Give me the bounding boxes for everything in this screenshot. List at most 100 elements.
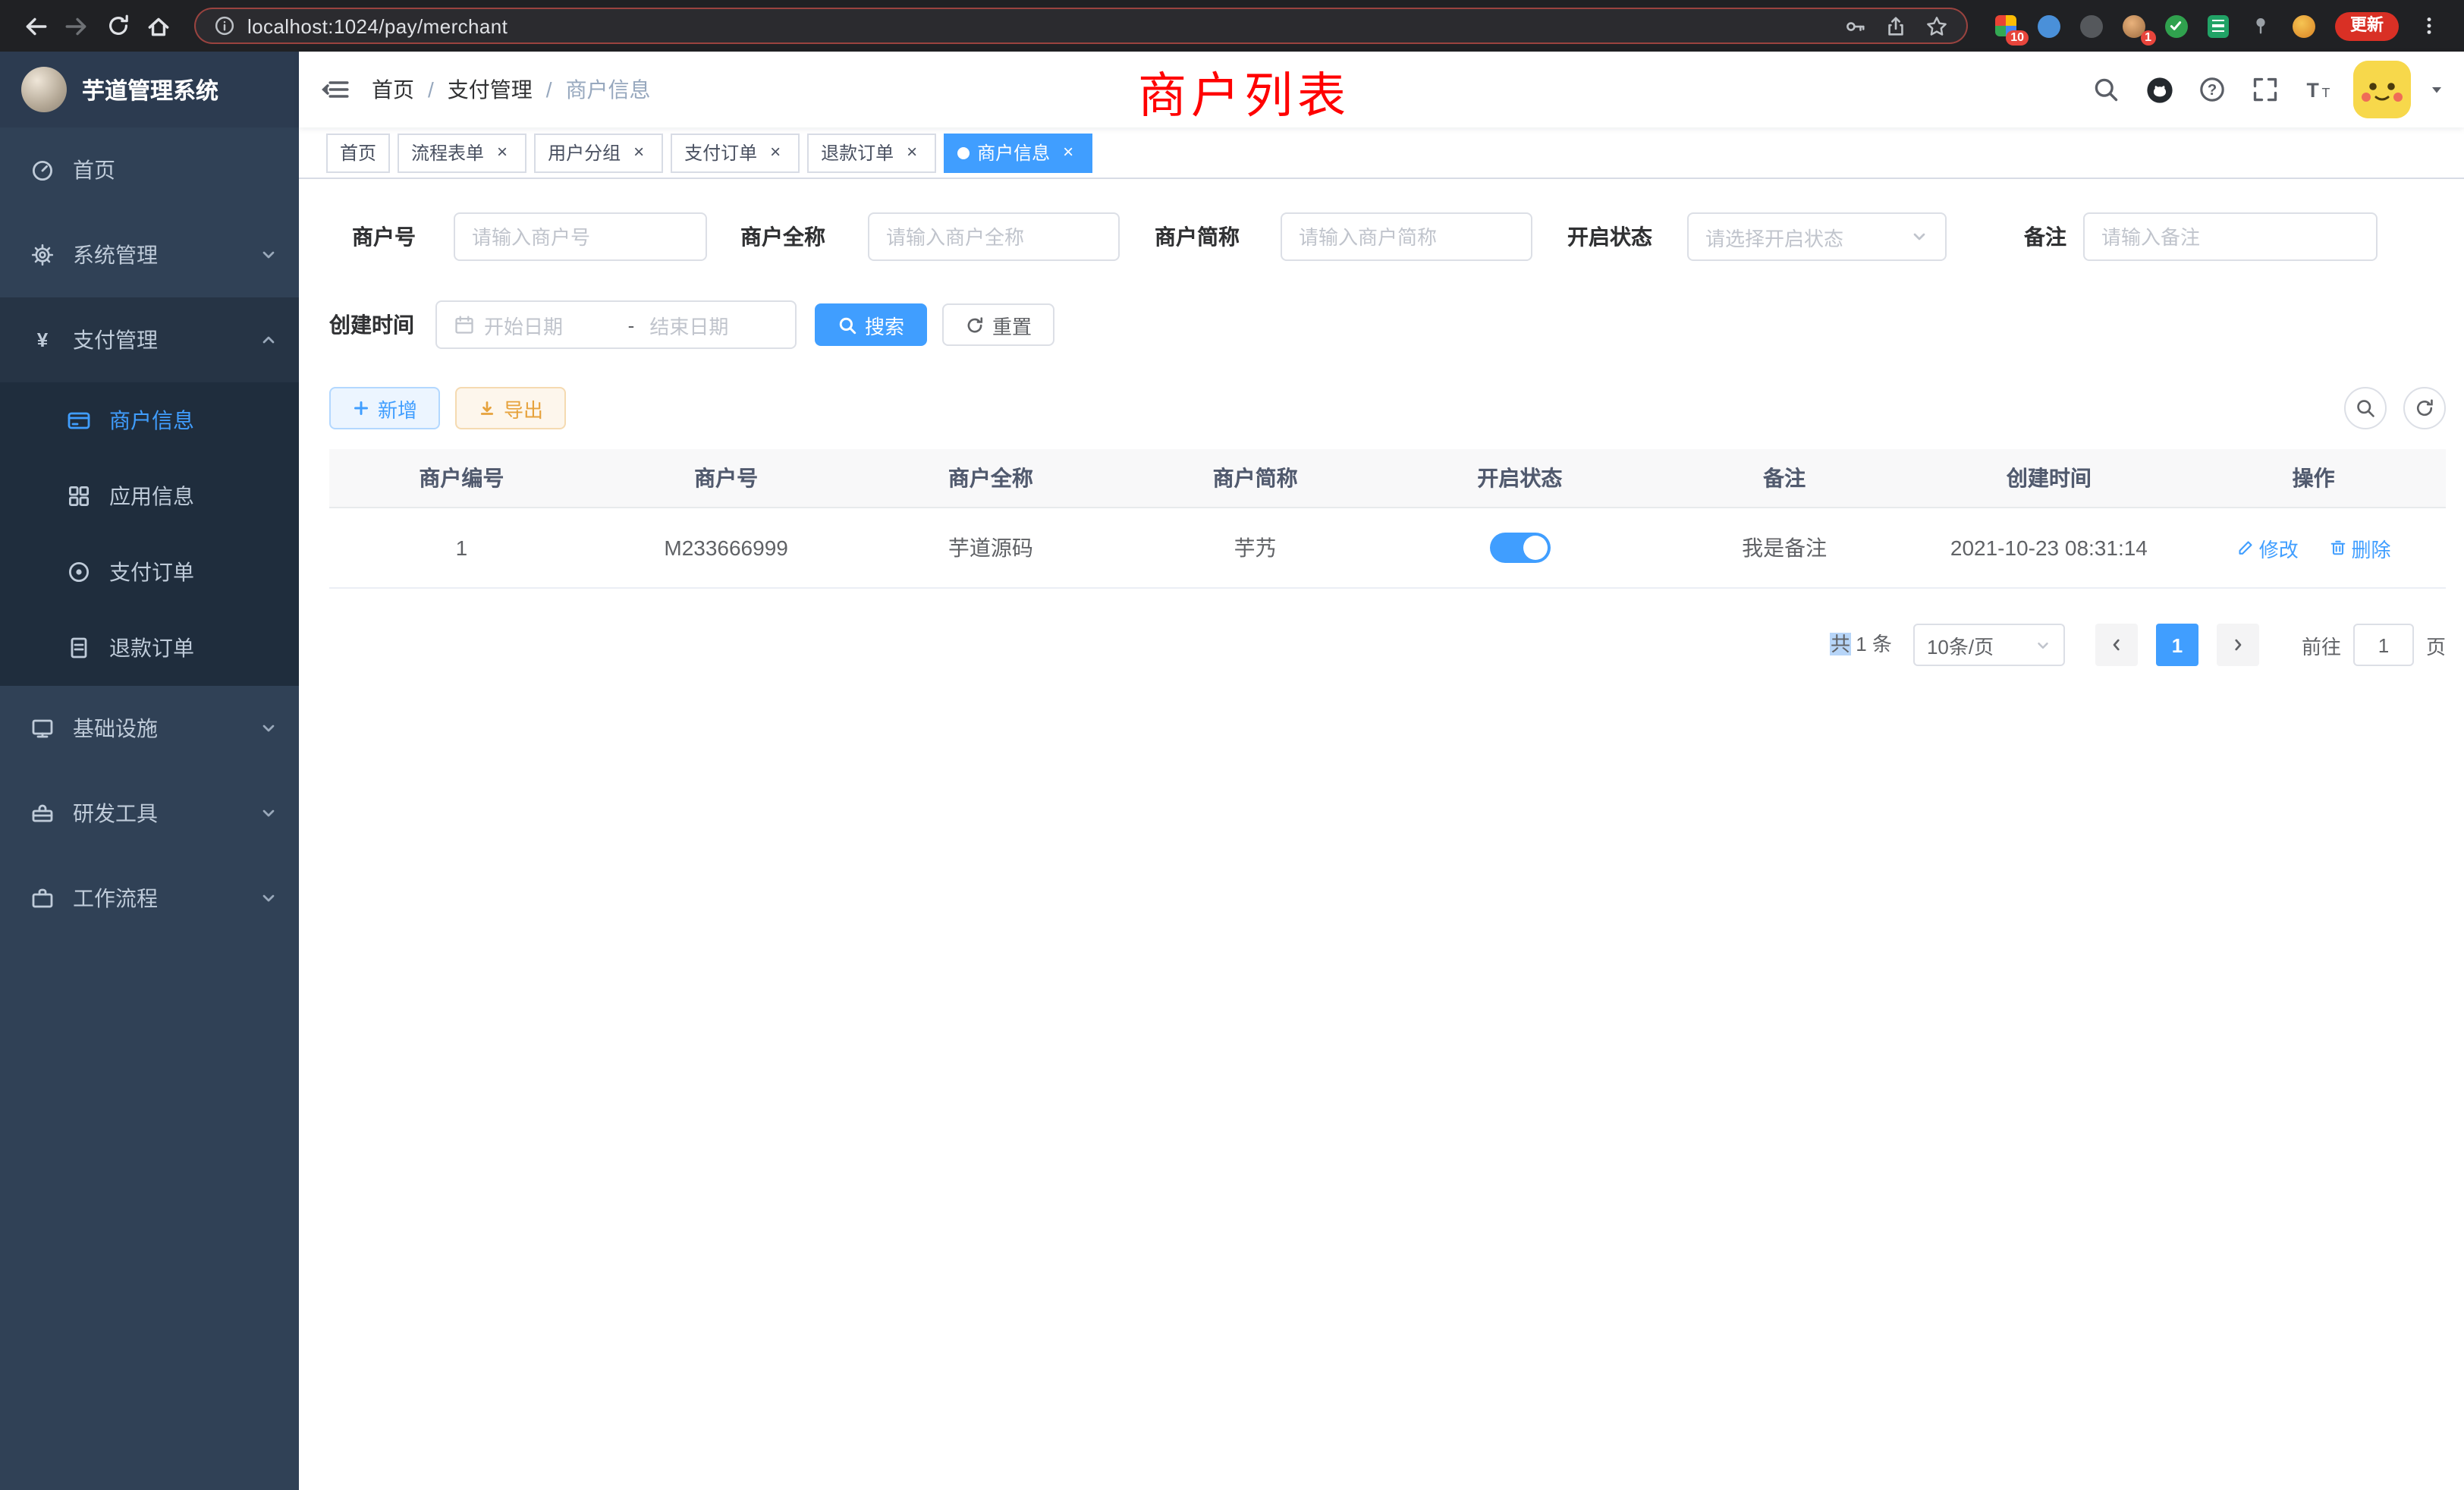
fullscreen-icon[interactable] (2247, 71, 2283, 108)
status-toggle[interactable] (1489, 533, 1550, 563)
toggle-search-button[interactable] (2344, 387, 2387, 429)
font-size-icon[interactable]: TT (2300, 71, 2337, 108)
tab-label: 商户信息 (977, 140, 1050, 165)
app-logo[interactable]: 芋道管理系统 (0, 52, 299, 127)
tab-close-icon[interactable]: × (765, 142, 786, 163)
status-select[interactable]: 请选择开启状态 (1687, 212, 1947, 261)
extension-avatar-icon[interactable]: 1 (2120, 12, 2147, 39)
github-icon[interactable] (2141, 71, 2177, 108)
sidebar-item-system[interactable]: 系统管理 (0, 212, 299, 297)
search-icon[interactable] (2088, 71, 2124, 108)
tab-close-icon[interactable]: × (628, 142, 649, 163)
sidebar-item-app-info[interactable]: 应用信息 (0, 458, 299, 534)
svg-text:¥: ¥ (37, 328, 49, 351)
goto-page-input[interactable] (2353, 624, 2414, 666)
tab-refund-orders[interactable]: 退款订单 × (807, 133, 936, 172)
reset-button-label: 重置 (992, 310, 1032, 339)
breadcrumb-home[interactable]: 首页 (372, 74, 414, 105)
hamburger-icon[interactable] (299, 52, 372, 127)
table-header-row: 商户编号 商户号 商户全称 商户简称 开启状态 备注 创建时间 操作 (329, 449, 2446, 508)
extension-pin-icon[interactable] (2247, 12, 2274, 39)
short-name-input[interactable] (1281, 212, 1532, 261)
current-page-button[interactable]: 1 (2156, 624, 2198, 666)
tab-label: 退款订单 (821, 140, 894, 165)
sidebar-item-payment[interactable]: ¥ 支付管理 (0, 297, 299, 382)
remark-input[interactable] (2083, 212, 2378, 261)
date-separator: - (622, 313, 641, 336)
extension-colorful-icon[interactable]: 10 (1992, 12, 2019, 39)
full-name-input-field[interactable] (886, 225, 1102, 248)
sidebar-item-home[interactable]: 首页 (0, 127, 299, 212)
app-title: 芋道管理系统 (82, 74, 218, 105)
browser-back-icon[interactable] (15, 5, 56, 46)
add-button-label: 新增 (378, 394, 417, 423)
chevron-up-icon (259, 331, 278, 349)
tab-close-icon[interactable]: × (492, 142, 513, 163)
site-info-icon[interactable] (214, 15, 235, 36)
help-icon[interactable]: ? (2194, 71, 2230, 108)
next-page-button[interactable] (2217, 624, 2259, 666)
tab-label: 支付订单 (684, 140, 757, 165)
export-button[interactable]: 导出 (455, 387, 566, 429)
table-header: 开启状态 (1388, 463, 1652, 493)
remark-input-field[interactable] (2101, 225, 2359, 248)
sidebar-item-refund-orders[interactable]: 退款订单 (0, 610, 299, 686)
browser-reload-icon[interactable] (97, 5, 138, 46)
page-size-value: 10条/页 (1927, 630, 1994, 659)
extension-check-icon[interactable] (2162, 12, 2189, 39)
toolbox-icon (30, 801, 55, 825)
breadcrumb-payment[interactable]: 支付管理 (448, 74, 533, 105)
browser-update-button[interactable]: 更新 (2335, 11, 2399, 40)
table-header: 备注 (1652, 463, 1917, 493)
search-button-label: 搜索 (865, 310, 904, 339)
remark-label: 备注 (2024, 212, 2066, 261)
tab-close-icon[interactable]: × (901, 142, 922, 163)
add-button[interactable]: 新增 (329, 387, 440, 429)
sidebar-item-infrastructure[interactable]: 基础设施 (0, 686, 299, 771)
target-icon (67, 560, 91, 584)
password-key-icon[interactable] (1843, 14, 1866, 37)
tab-user-group[interactable]: 用户分组 × (534, 133, 663, 172)
extension-dark-icon[interactable] (2077, 12, 2104, 39)
short-name-input-field[interactable] (1299, 225, 1514, 248)
payment-submenu: 商户信息 应用信息 支付订单 退款订单 (0, 382, 299, 686)
sidebar-item-dev-tools[interactable]: 研发工具 (0, 771, 299, 856)
tab-merchant-info[interactable]: 商户信息 × (944, 133, 1092, 172)
merchant-no-input[interactable] (454, 212, 707, 261)
bookmark-star-icon[interactable] (1925, 14, 1948, 37)
share-icon[interactable] (1884, 14, 1907, 37)
cell-remark: 我是备注 (1652, 533, 1917, 563)
browser-home-icon[interactable] (138, 5, 179, 46)
extension-badge: 10 (2006, 30, 2029, 46)
edit-link[interactable]: 修改 (2236, 533, 2299, 562)
avatar-caret-down-icon[interactable] (2428, 80, 2446, 99)
navbar: 首页 / 支付管理 / 商户信息 商户列表 ? TT (299, 52, 2464, 127)
address-bar[interactable]: localhost:1024/pay/merchant (194, 8, 1968, 44)
sidebar-item-workflow[interactable]: 工作流程 (0, 856, 299, 941)
full-name-input[interactable] (868, 212, 1120, 261)
refresh-table-button[interactable] (2403, 387, 2446, 429)
extension-drop-icon[interactable] (2035, 12, 2062, 39)
tab-process-form[interactable]: 流程表单 × (398, 133, 526, 172)
chevron-down-icon (2035, 637, 2051, 653)
profile-avatar-icon[interactable] (2290, 12, 2317, 39)
reset-button[interactable]: 重置 (942, 303, 1054, 346)
page-size-select[interactable]: 10条/页 (1913, 624, 2065, 666)
export-button-label: 导出 (504, 394, 543, 423)
create-time-range-picker[interactable]: 开始日期 - 结束日期 (435, 300, 797, 349)
search-button[interactable]: 搜索 (815, 303, 927, 346)
user-avatar[interactable] (2353, 61, 2411, 118)
browser-forward-icon[interactable] (56, 5, 97, 46)
goto-label: 前往 (2302, 630, 2341, 659)
tab-close-icon[interactable]: × (1058, 142, 1079, 163)
delete-link[interactable]: 删除 (2329, 533, 2391, 562)
sidebar-item-merchant-info[interactable]: 商户信息 (0, 382, 299, 458)
prev-page-button[interactable] (2095, 624, 2138, 666)
browser-menu-kebab-icon[interactable] (2408, 5, 2449, 46)
extension-notes-icon[interactable] (2205, 12, 2232, 39)
tab-payment-orders[interactable]: 支付订单 × (671, 133, 800, 172)
svg-text:T: T (2306, 79, 2318, 102)
tab-home[interactable]: 首页 (326, 133, 390, 172)
sidebar-item-payment-orders[interactable]: 支付订单 (0, 534, 299, 610)
merchant-no-input-field[interactable] (472, 225, 689, 248)
